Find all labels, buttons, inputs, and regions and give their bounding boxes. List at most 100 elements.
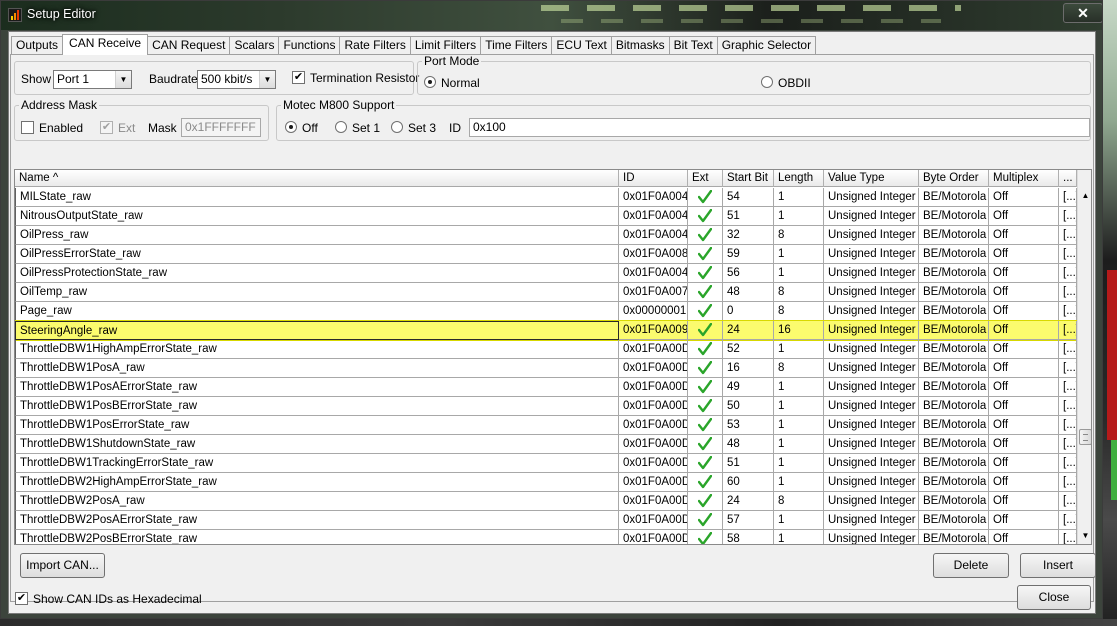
table-row[interactable]: ThrottleDBW1PosErrorState_raw 0x01F0A00D 5… (15, 416, 1077, 435)
table-row-selected[interactable]: SteeringAngle_raw 0x01F0A009 24 16 Unsigned … (15, 320, 1078, 341)
tab-functions[interactable]: Functions (278, 36, 341, 55)
table-row[interactable]: OilPressProtectionState_raw 0x01F0A004 56 1… (15, 264, 1077, 283)
background-graphic (1111, 440, 1117, 500)
title-bar[interactable]: Setup Editor ✕ (1, 1, 1102, 30)
scrollbar-thumb[interactable] (1079, 429, 1091, 445)
length-column-header[interactable]: Length (774, 170, 824, 187)
multiplex-column-header[interactable]: Multiplex (989, 170, 1059, 187)
more-button[interactable]: [...] (1059, 530, 1077, 544)
table-row[interactable]: ThrottleDBW1PosAErrorState_raw 0x01F0A00D… (15, 378, 1077, 397)
motec-set3-radio[interactable] (391, 121, 403, 133)
more-button[interactable]: [...] (1059, 454, 1077, 473)
value-type-cell: Unsigned Integer (824, 264, 919, 283)
checkmark-icon (698, 532, 712, 544)
motec-id-input[interactable]: 0x100 (469, 118, 1090, 137)
show-label: Show (21, 72, 52, 86)
table-header: Name ^ ID Ext Start Bit Length Value Type Byte… (15, 170, 1077, 187)
termination-resistor-checkbox[interactable]: ✔ (292, 71, 305, 84)
more-button[interactable]: [...] (1059, 473, 1077, 492)
scroll-up-icon[interactable]: ▲ (1078, 188, 1091, 204)
tab-time-filters[interactable]: Time Filters (480, 36, 553, 55)
table-row[interactable]: ThrottleDBW1TrackingErrorState_raw 0x01F0… (15, 454, 1077, 473)
tab-rate-filters[interactable]: Rate Filters (339, 36, 411, 55)
more-button[interactable]: [...] (1059, 359, 1077, 378)
table-row[interactable]: ThrottleDBW1ShutdownState_raw 0x01F0A00D 4… (15, 435, 1077, 454)
table-row[interactable]: ThrottleDBW2PosBErrorState_raw 0x01F0A00D… (15, 530, 1077, 544)
ext-cell (688, 416, 723, 435)
table-row[interactable]: ThrottleDBW1PosBErrorState_raw 0x01F0A00D… (15, 397, 1077, 416)
byte-order-cell: BE/Motorola (919, 473, 989, 492)
can-id-cell: 0x01F0A00D (619, 511, 688, 530)
baudrate-select[interactable]: 500 kbit/s ▼ (197, 70, 276, 89)
tab-outputs[interactable]: Outputs (11, 36, 64, 55)
more-button[interactable]: [...] (1059, 188, 1077, 207)
tab-bit-text[interactable]: Bit Text (668, 36, 718, 55)
more-button[interactable]: [...] (1059, 264, 1077, 283)
delete-button[interactable]: Delete (933, 553, 1009, 578)
checkmark-icon: ✔ (101, 121, 112, 133)
more-button[interactable]: [...] (1059, 321, 1077, 340)
tab-ecu-text[interactable]: ECU Text (551, 36, 612, 55)
more-button[interactable]: [...] (1059, 435, 1077, 454)
tab-can-request[interactable]: CAN Request (147, 36, 231, 55)
vertical-scrollbar[interactable]: ▲ ▼ (1077, 170, 1091, 544)
more-button[interactable]: [...] (1059, 226, 1077, 245)
more-button[interactable]: [...] (1059, 245, 1077, 264)
more-button[interactable]: [...] (1059, 492, 1077, 511)
table-row[interactable]: OilPressErrorState_raw 0x01F0A008 59 1 Unsig… (15, 245, 1077, 264)
table-row[interactable]: MILState_raw 0x01F0A004 54 1 Unsigned Intege… (15, 188, 1077, 207)
checkmark-icon (698, 380, 712, 394)
more-button[interactable]: [...] (1059, 283, 1077, 302)
table-row[interactable]: ThrottleDBW2PosA_raw 0x01F0A00D 24 8 Unsigne… (15, 492, 1077, 511)
address-mask-ext-checkbox[interactable]: ✔ (100, 121, 113, 134)
value-type-column-header[interactable]: Value Type (824, 170, 919, 187)
id-column-header[interactable]: ID (619, 170, 688, 187)
ext-column-header[interactable]: Ext (688, 170, 723, 187)
more-button[interactable]: [...] (1059, 511, 1077, 530)
byte-order-column-header[interactable]: Byte Order (919, 170, 989, 187)
address-mask-input[interactable]: 0x1FFFFFFF (181, 118, 261, 137)
more-button[interactable]: [...] (1059, 378, 1077, 397)
table-row[interactable]: ThrottleDBW1PosA_raw 0x01F0A00D 16 8 Unsigne… (15, 359, 1077, 378)
table-row[interactable]: ThrottleDBW2HighAmpErrorState_raw 0x01F0A… (15, 473, 1077, 492)
start-bit-cell: 58 (723, 530, 774, 544)
more-column-header[interactable]: ... (1059, 170, 1077, 187)
more-button[interactable]: [...] (1059, 397, 1077, 416)
start-bit-column-header[interactable]: Start Bit (723, 170, 774, 187)
port-mode-obdii-radio[interactable] (761, 76, 773, 88)
tab-limit-filters[interactable]: Limit Filters (409, 36, 482, 55)
table-row[interactable]: NitrousOutputState_raw 0x01F0A004 51 1 Unsig… (15, 207, 1077, 226)
more-button[interactable]: [...] (1059, 340, 1077, 359)
tab-graphic-selector[interactable]: Graphic Selector (716, 36, 817, 55)
address-mask-enabled-checkbox[interactable] (21, 121, 34, 134)
can-id-cell: 0x01F0A004 (619, 226, 688, 245)
import-can-button[interactable]: Import CAN... (20, 553, 105, 578)
tab-can-receive[interactable]: CAN Receive (62, 34, 149, 55)
motec-off-radio[interactable] (285, 121, 297, 133)
signal-name-cell: ThrottleDBW1PosAErrorState_raw (15, 378, 619, 397)
length-cell: 1 (774, 511, 824, 530)
motec-set1-radio[interactable] (335, 121, 347, 133)
more-button[interactable]: [...] (1059, 207, 1077, 226)
show-hex-label: Show CAN IDs as Hexadecimal (33, 592, 202, 606)
table-row[interactable]: OilPress_raw 0x01F0A004 32 8 Unsigned Intege… (15, 226, 1077, 245)
close-button[interactable]: Close (1017, 585, 1091, 610)
table-row[interactable]: Page_raw 0x00000001 0 8 Unsigned Integer BE/M… (15, 302, 1077, 321)
tab-bitmasks[interactable]: Bitmasks (610, 36, 670, 55)
show-port-select[interactable]: Port 1 ▼ (53, 70, 132, 89)
show-hex-checkbox[interactable]: ✔ (15, 592, 28, 605)
length-cell: 1 (774, 188, 824, 207)
table-row[interactable]: ThrottleDBW1HighAmpErrorState_raw 0x01F0A… (15, 340, 1077, 359)
tab-scalars[interactable]: Scalars (229, 36, 280, 55)
more-button[interactable]: [...] (1059, 416, 1077, 435)
value-type-cell: Unsigned Integer (824, 245, 919, 264)
window-close-button[interactable]: ✕ (1063, 3, 1102, 23)
port-mode-normal-radio[interactable] (424, 76, 436, 88)
scroll-down-icon[interactable]: ▼ (1078, 528, 1091, 544)
table-row[interactable]: OilTemp_raw 0x01F0A007 48 8 Unsigned Integer… (15, 283, 1077, 302)
more-button[interactable]: [...] (1059, 302, 1077, 321)
start-bit-cell: 51 (723, 207, 774, 226)
insert-button[interactable]: Insert (1020, 553, 1096, 578)
table-row[interactable]: ThrottleDBW2PosAErrorState_raw 0x01F0A00D… (15, 511, 1077, 530)
name-column-header[interactable]: Name ^ (15, 170, 619, 187)
